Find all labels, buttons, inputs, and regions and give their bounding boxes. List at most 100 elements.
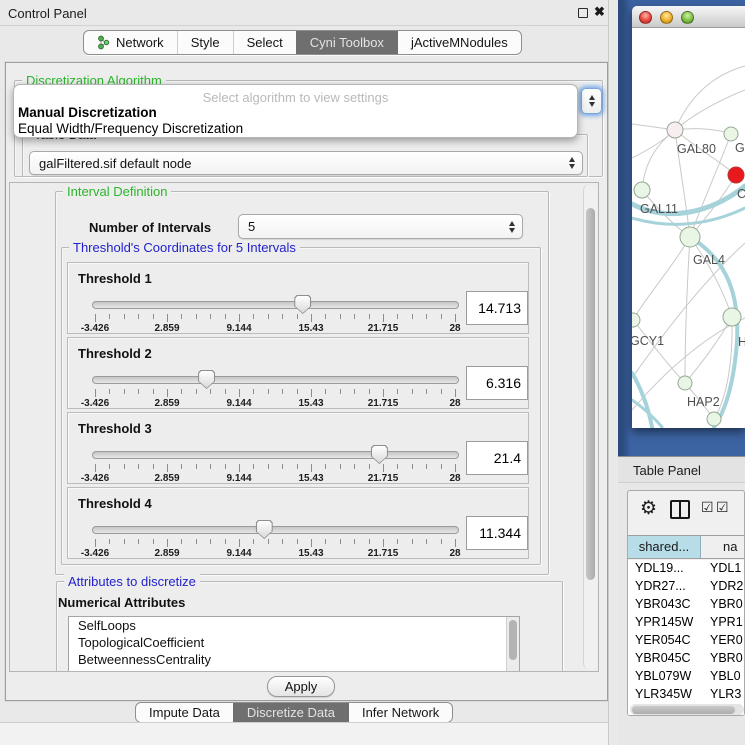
close-icon[interactable]: ✖ (594, 4, 605, 20)
tab-style[interactable]: Style (177, 31, 233, 54)
network-node-label: GCY1 (632, 334, 664, 348)
attribute-list-item[interactable]: TopologicalCoefficient (69, 634, 519, 651)
slider-tick-label: -3.426 (65, 323, 125, 334)
network-view-window[interactable]: GAL80GACGAL11GAL4GCY1HHAP2 (632, 6, 745, 428)
network-node-label: GAL4 (693, 253, 725, 267)
slider-thumb[interactable] (294, 295, 311, 314)
network-canvas[interactable]: GAL80GACGAL11GAL4GCY1HHAP2 (632, 28, 745, 428)
popup-option-manual-discretization[interactable]: Manual Discretization (18, 105, 157, 120)
column-header-name[interactable]: na (701, 536, 745, 558)
table-row[interactable]: YBR043CYBR0 (628, 596, 745, 614)
threshold-value-field[interactable] (466, 441, 528, 475)
threshold-panel: Threshold 2 -3.4262.8599.14415.4321.71528 (67, 337, 529, 409)
table-row[interactable]: YBR045CYBR0 (628, 650, 745, 668)
interval-definition-title: Interval Definition (63, 184, 171, 199)
cell-shared-name[interactable]: YBR043C (628, 596, 701, 614)
apply-button[interactable]: Apply (267, 676, 335, 697)
column-header-shared-name[interactable]: shared... (628, 536, 701, 558)
threshold-slider[interactable]: -3.4262.8599.14415.4321.71528 (92, 445, 459, 483)
network-view-area: GAL80GACGAL11GAL4GCY1HHAP2 (618, 0, 745, 456)
threshold-label: Threshold 2 (78, 346, 152, 361)
table-row[interactable]: YLR345WYLR3 (628, 686, 745, 704)
network-node-label: GAL11 (640, 202, 678, 216)
cell-name[interactable]: YDL1 (701, 560, 745, 578)
algorithm-combobox-stepper[interactable] (581, 88, 602, 114)
control-panel-tabbar: NetworkStyleSelectCyni Toolbox jActiveMNo… (83, 30, 522, 55)
table-row[interactable]: YER054CYER0 (628, 632, 745, 650)
float-window-icon[interactable] (578, 8, 588, 18)
tab-jactivemnodules[interactable]: jActiveMNodules (397, 31, 521, 54)
network-node-gcy1[interactable] (632, 313, 640, 327)
checkbox-icon[interactable]: ☑ (716, 499, 729, 516)
attributes-list-scrollbar[interactable] (506, 617, 519, 672)
network-node[interactable] (707, 412, 721, 426)
table-row[interactable]: YDR27...YDR2 (628, 578, 745, 596)
cell-name[interactable]: YPR1 (701, 614, 745, 632)
cell-name[interactable]: YBR0 (701, 596, 745, 614)
tab-infer-network[interactable]: Infer Network (348, 703, 452, 722)
attribute-list-item[interactable]: SelfLoops (69, 617, 519, 634)
number-of-intervals-combobox[interactable]: 5 (238, 214, 523, 239)
table-data-selected-value: galFiltered.sif default node (39, 156, 191, 171)
threshold-slider[interactable]: -3.4262.8599.14415.4321.71528 (92, 295, 459, 333)
settings-vertical-scrollbar[interactable] (583, 184, 597, 670)
cell-shared-name[interactable]: YER054C (628, 632, 701, 650)
slider-thumb[interactable] (256, 520, 273, 539)
numerical-attributes-list[interactable]: SelfLoopsTopologicalCoefficientBetweenne… (68, 616, 520, 672)
cell-shared-name[interactable]: YDR27... (628, 578, 701, 596)
cell-name[interactable]: YBL0 (701, 668, 745, 686)
threshold-slider[interactable]: -3.4262.8599.14415.4321.71528 (92, 520, 459, 558)
network-node-gal4[interactable] (680, 227, 700, 247)
cell-name[interactable]: YDR2 (701, 578, 745, 596)
cell-shared-name[interactable]: YDL19... (628, 560, 701, 578)
checkbox-icon[interactable]: ☑ (701, 499, 714, 516)
tab-label: jActiveMNodules (411, 35, 508, 50)
network-node-ga[interactable] (724, 127, 738, 141)
close-traffic-light-icon[interactable] (639, 11, 652, 24)
slider-tick-label: 9.144 (209, 323, 269, 334)
tab-network[interactable]: Network (84, 31, 177, 54)
network-window-titlebar[interactable] (632, 6, 745, 28)
attribute-list-item[interactable]: BetweennessCentrality (69, 651, 519, 668)
table-row[interactable]: YDL19...YDL1 (628, 560, 745, 578)
slider-tick-label: 21.715 (353, 473, 413, 484)
split-columns-icon[interactable] (670, 500, 690, 519)
zoom-traffic-light-icon[interactable] (681, 11, 694, 24)
cell-name[interactable]: YER0 (701, 632, 745, 650)
table-horizontal-scrollbar[interactable] (630, 704, 744, 715)
tab-impute-data[interactable]: Impute Data (136, 703, 233, 722)
node-table-container: ⚙ ☑ ☑ shared... na YDL19...YDL1YDR27...Y… (627, 490, 745, 716)
threshold-value-field[interactable] (466, 516, 528, 550)
slider-tick-label: 9.144 (209, 548, 269, 559)
slider-thumb[interactable] (371, 445, 388, 464)
network-node-gal11[interactable] (634, 182, 650, 198)
gear-icon[interactable]: ⚙ (640, 497, 657, 520)
network-node-gal80[interactable] (667, 122, 683, 138)
threshold-slider[interactable]: -3.4262.8599.14415.4321.71528 (92, 370, 459, 408)
slider-thumb[interactable] (198, 370, 215, 389)
network-node-h[interactable] (723, 308, 741, 326)
table-panel-header: Table Panel (618, 456, 745, 483)
threshold-value-field[interactable] (466, 366, 528, 400)
threshold-value-field[interactable] (466, 291, 528, 325)
slider-tick-label: 2.859 (137, 323, 197, 334)
table-data-combobox[interactable]: galFiltered.sif default node (29, 151, 583, 175)
number-of-intervals-value: 5 (248, 219, 255, 234)
table-row[interactable]: YBL079WYBL0 (628, 668, 745, 686)
cell-shared-name[interactable]: YPR145W (628, 614, 701, 632)
cell-shared-name[interactable]: YBL079W (628, 668, 701, 686)
panel-divider[interactable] (608, 0, 618, 745)
tab-discretize-data[interactable]: Discretize Data (233, 703, 348, 722)
cell-name[interactable]: YBR0 (701, 650, 745, 668)
popup-option-equal-width[interactable]: Equal Width/Frequency Discretization (18, 121, 243, 136)
table-row[interactable]: YPR145WYPR1 (628, 614, 745, 632)
cell-name[interactable]: YLR3 (701, 686, 745, 704)
tab-select[interactable]: Select (233, 31, 296, 54)
tab-cyni-toolbox[interactable]: Cyni Toolbox (296, 31, 397, 54)
minimize-traffic-light-icon[interactable] (660, 11, 673, 24)
thresholds-group-title: Threshold's Coordinates for 5 Intervals (69, 240, 300, 255)
cell-shared-name[interactable]: YLR345W (628, 686, 701, 704)
network-node-c[interactable] (728, 167, 744, 183)
cell-shared-name[interactable]: YBR045C (628, 650, 701, 668)
network-node-hap2[interactable] (678, 376, 692, 390)
